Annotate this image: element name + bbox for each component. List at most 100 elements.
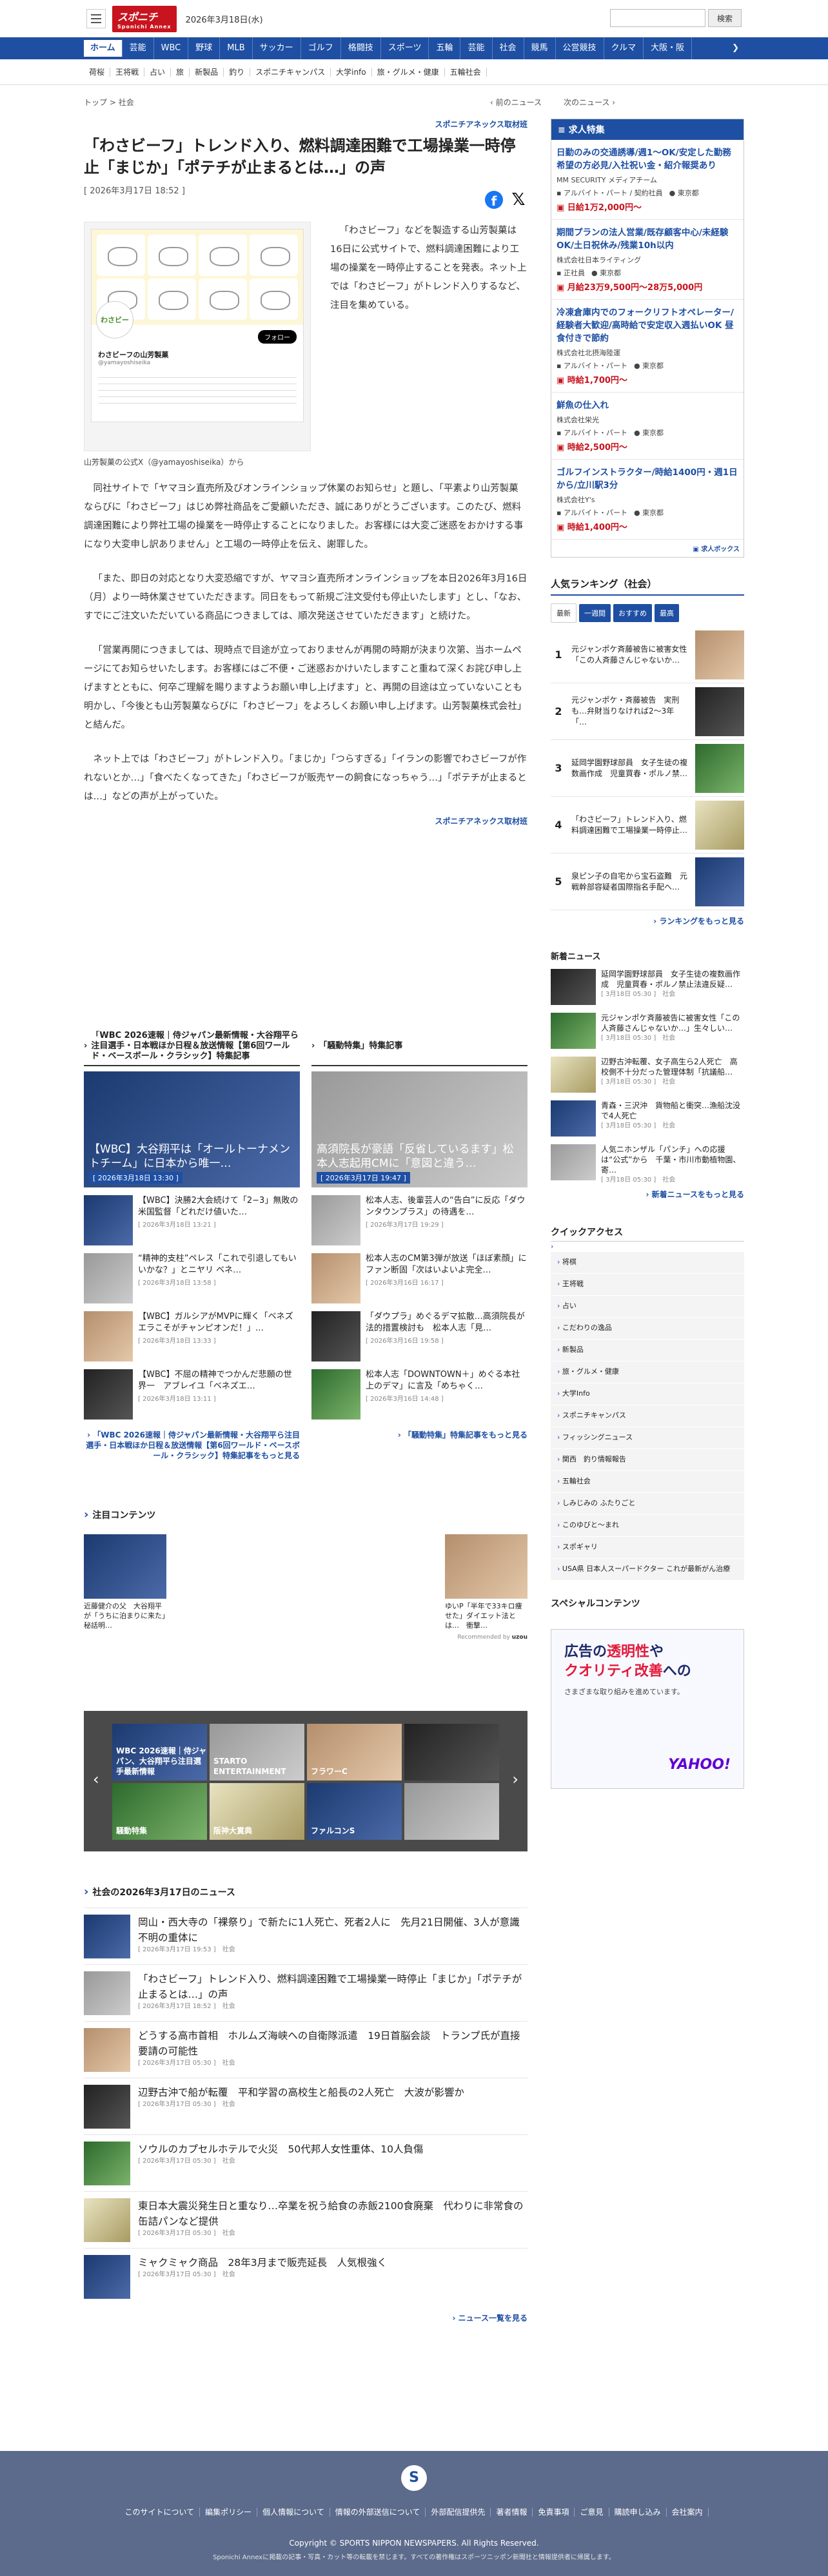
latest-item[interactable]: 人気ニホンザル「パンチ」への応援は“公式”から 千葉・市川市動植物園、寄…[ 3… [551, 1140, 744, 1184]
job-title[interactable]: 鮮魚の仕入れ [557, 399, 738, 412]
subnav-item[interactable]: 占い [144, 68, 172, 77]
subnav-item[interactable]: 王将戦 [110, 68, 145, 77]
feature-more-link[interactable]: › 「騒動特集」特集記事をもっと見る [311, 1430, 527, 1440]
job-item[interactable]: 冷凍倉庫内でのフォークリフトオペレーター/経験者大歓迎/高時給で安定収入週払いO… [551, 300, 744, 393]
quick-access-item[interactable]: USA県 日本人スーパードクター これが最新がん治療 [551, 1559, 744, 1581]
search-button[interactable]: 検索 [708, 9, 742, 27]
ad-banner[interactable]: 広告の透明性や クオリティ改善への さまざまな取り組みを進めています。 YAHO… [551, 1629, 744, 1789]
job-item[interactable]: 鮮魚の仕入れ 株式会社栄光 ▪ アルバイト・パート ● 東京都 ▣ 時給2,500円〜 [551, 393, 744, 460]
subnav-item[interactable]: 大学info [331, 68, 372, 77]
ranking-more-link[interactable]: › ランキングをもっと見る [551, 915, 744, 926]
quick-access-item[interactable]: スポギャリ [551, 1537, 744, 1559]
attention-card[interactable]: 近藤健介の父 大谷翔平が「うちに泊まりに来た」秘話明… [84, 1534, 166, 1643]
job-box-footer[interactable]: ▣ 求人ボックス [551, 540, 744, 557]
feature-more-link[interactable]: › 「WBC 2026速報｜侍ジャパン最新情報・大谷翔平ら注目選手・日本戦ほか日… [84, 1430, 300, 1461]
footer-link[interactable]: このサイトについて [119, 2508, 201, 2517]
feature-hero[interactable]: 高須院長が豪語「反省しているます」松本人志起用CMに「意図と違う… [ 2026… [311, 1071, 527, 1187]
carousel-next-icon[interactable]: › [512, 1770, 518, 1788]
gnav-item[interactable]: ホーム [84, 40, 123, 57]
ranking-tab[interactable]: 最新 [551, 603, 577, 623]
carousel-tile[interactable]: フラワーC [307, 1724, 402, 1781]
subnav-item[interactable]: スポニチキャンパス [250, 68, 331, 77]
quick-access-item[interactable]: こだわりの逸品 [551, 1318, 744, 1340]
feature-heading[interactable]: › 「WBC 2026速報｜侍ジャパン最新情報・大谷翔平ら注目選手・日本戦ほか日程… [84, 1028, 300, 1066]
ranking-tab[interactable]: 最高 [655, 604, 679, 622]
feature-item[interactable]: 松本人志「DOWNTOWN＋」めぐる本社上のデマ」に言及「めちゃく… [ 2026… [311, 1369, 527, 1420]
gnav-item[interactable]: 芸能 [123, 37, 154, 59]
quick-access-item[interactable]: 新製品 [551, 1340, 744, 1361]
day-news-item[interactable]: 東日本大震災発生日と重なり…卒業を祝う給食の赤飯2100食廃棄 代わりに非常食の… [84, 2191, 527, 2248]
gnav-item[interactable]: 野球 [188, 37, 221, 59]
subnav-item[interactable]: 釣り [224, 68, 251, 77]
quick-access-item[interactable]: 占い [551, 1296, 744, 1318]
gnav-item[interactable]: 競馬 [524, 37, 556, 59]
ranking-item[interactable]: 2 元ジャンポケ・斉藤被告 実刑も…弁財当りなければ2〜3年 「… [551, 683, 744, 740]
gnav-item[interactable]: 芸能 [460, 37, 493, 59]
day-news-item[interactable]: 岡山・西大寺の「裸祭り」で新たに1人死亡、死者2人に 先月21日開催、3人が意識… [84, 1908, 527, 1964]
quick-access-item[interactable]: 五輪社会 [551, 1471, 744, 1493]
job-item[interactable]: 期間プランの法人営業/既存顧客中心/未経験OK/土日祝休み/残業10h以内 株式会… [551, 220, 744, 300]
feature-hero[interactable]: 【WBC】大谷翔平は「オールトーナメントチーム」に日本から唯一… [ 2026年… [84, 1071, 300, 1187]
breadcrumb-home[interactable]: トップ [84, 98, 107, 107]
latest-more-link[interactable]: › 新着ニュースをもっと見る [551, 1189, 744, 1200]
feature-item[interactable]: 【WBC】決勝2大会続けて「2−3」無敗の米国監督「どれだけ値いた… [ 2026… [84, 1195, 300, 1245]
quick-access-item[interactable]: 旅・グルメ・健康 [551, 1361, 744, 1383]
feature-item[interactable]: 【WBC】ガルシアがMVPに輝く「ベネズエラこそがチャンピオンだ！」… [ 202… [84, 1311, 300, 1361]
carousel-tile[interactable]: WBC 2026速報｜侍ジャパン、大谷翔平ら注目選手最新情報 [112, 1724, 207, 1781]
gnav-item[interactable]: ゴルフ [301, 37, 341, 59]
gnav-item[interactable]: WBC [154, 37, 189, 59]
carousel-tile[interactable]: STARTO ENTERTAINMENT [210, 1724, 304, 1781]
quick-access-item[interactable]: 関西 釣り情報報告 [551, 1449, 744, 1471]
job-item[interactable]: ゴルフインストラクター/時給1400円・週1日から/立川駅3分 株式会社Y's ▪ … [551, 460, 744, 540]
gnav-item[interactable]: 五輪 [429, 37, 461, 59]
subnav-item[interactable]: 旅・グルメ・健康 [372, 68, 445, 77]
facebook-share-icon[interactable]: f [485, 191, 503, 209]
ranking-item[interactable]: 1 元ジャンポケ斉藤被告に被害女性「この人斉藤さんじゃないか… [551, 627, 744, 683]
carousel-tile[interactable] [404, 1724, 499, 1781]
footer-link[interactable]: 情報の外部送信について [330, 2508, 426, 2517]
next-news-link[interactable]: 次のニュース › [564, 97, 615, 108]
footer-link[interactable]: 個人情報について [257, 2508, 330, 2517]
search-input[interactable] [610, 9, 705, 27]
day-news-item[interactable]: ソウルのカプセルホテルで火災 50代邦人女性重体、10人負傷 [ 2026年3月1… [84, 2134, 527, 2191]
day-news-item[interactable]: ミャクミャク商品 28年3月まで販売延長 人気根強く [ 2026年3月17日 0… [84, 2248, 527, 2305]
carousel-tile[interactable]: ファルコンS [307, 1783, 402, 1840]
footer-link[interactable]: ご意見 [575, 2508, 609, 2517]
gnav-item[interactable]: 大阪・阪 [644, 37, 693, 59]
latest-item[interactable]: 延岡学園野球部員 女子生徒の複数画作成 児童買春・ポルノ禁止法違反疑… [ 3月1… [551, 964, 744, 1008]
feature-item[interactable]: 「ダウプラ」めぐるデマ拡散…高須院長が法的措置検討も 松本人志「見… [ 2026… [311, 1311, 527, 1361]
latest-item[interactable]: 辺野古沖転覆、女子高生ら2人死亡 高校側不十分だった管理体制「抗議船…[ 3月1… [551, 1052, 744, 1096]
subnav-item[interactable]: 荷桜 [84, 68, 111, 77]
subnav-item[interactable]: 旅 [171, 68, 190, 77]
footer-link[interactable]: 会社案内 [666, 2508, 709, 2517]
x-share-icon[interactable]: 𝕏 [509, 191, 527, 209]
footer-link[interactable]: 編集ポリシー [200, 2508, 258, 2517]
latest-item[interactable]: 元ジャンポケ斉藤被告に被害女性「この人斉藤さんじゃないか…」生々しい… [ 3月1… [551, 1008, 744, 1052]
latest-item[interactable]: 青森・三沢沖 貨物船と衝突…漁船沈没で4人死亡 [ 3月18日 05:30 ] 社… [551, 1096, 744, 1140]
footer-link[interactable]: 免責事項 [533, 2508, 575, 2517]
job-title[interactable]: ゴルフインストラクター/時給1400円・週1日から/立川駅3分 [557, 466, 738, 492]
prev-news-link[interactable]: ‹ 前のニュース [490, 97, 542, 108]
feature-item[interactable]: 松本人志のCM第3弾が放送「ほぼ素顔」にファン断固「次はいよいよ完全… [ 202… [311, 1253, 527, 1303]
ranking-item[interactable]: 5 泉ピン子の自宅から宝石盗難 元戦幹部容疑者国際指名手配へ… [551, 854, 744, 910]
gnav-item[interactable]: 社会 [493, 37, 524, 59]
gnav-item[interactable]: 公営競技 [556, 37, 604, 59]
quick-access-item[interactable]: 将棋 [551, 1252, 744, 1274]
footer-logo[interactable]: S [401, 2465, 427, 2491]
breadcrumb-section[interactable]: 社会 [119, 98, 134, 107]
carousel-prev-icon[interactable]: ‹ [93, 1770, 99, 1788]
subnav-item[interactable]: 五輪社会 [445, 68, 487, 77]
subnav-item[interactable]: 新製品 [190, 68, 224, 77]
footer-link[interactable]: 著者情報 [491, 2508, 533, 2517]
carousel-tile[interactable]: 騒動特集 [112, 1783, 207, 1840]
quick-access-item[interactable]: フィッシングニュース [551, 1427, 744, 1449]
day-news-item[interactable]: 「わさビーフ」トレンド入り、燃料調達困難で工場操業一時停止「まじか」「ポテチが止… [84, 1964, 527, 2021]
carousel-tile[interactable] [404, 1783, 499, 1840]
gnav-item[interactable]: クルマ [604, 37, 644, 59]
gnav-item[interactable]: 格闘技 [341, 37, 381, 59]
day-news-item[interactable]: 辺野古沖で船が転覆 平和学習の高校生と船長の2人死亡 大波が影響か [ 2026年… [84, 2078, 527, 2134]
footer-link[interactable]: 外部配信提供先 [426, 2508, 491, 2517]
quick-access-item[interactable]: このゆびと〜まれ [551, 1515, 744, 1537]
gnav-item[interactable]: MLB [220, 37, 253, 59]
ranking-tab[interactable]: 一週間 [579, 604, 611, 622]
